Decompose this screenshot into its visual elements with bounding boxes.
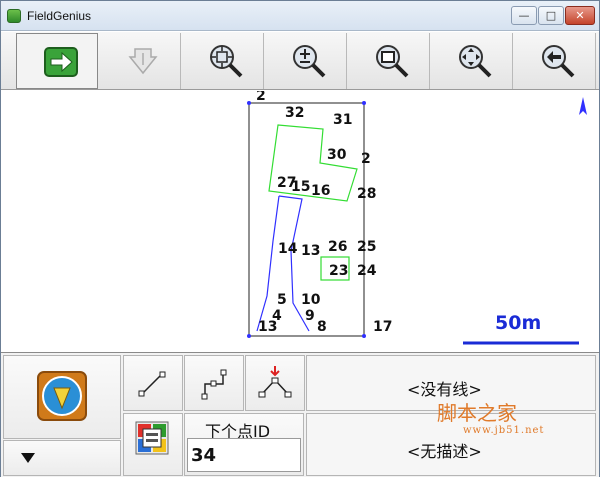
point-label: 14 xyxy=(278,241,298,257)
triangle-down-icon xyxy=(21,453,35,463)
app-window: FieldGenius — □ ✕ 2 32 31 30 2 27 15 16 … xyxy=(0,0,600,477)
survey-mode-button[interactable] xyxy=(3,355,121,439)
zoom-extents-button[interactable] xyxy=(182,33,264,89)
point-label: 2 xyxy=(361,151,371,167)
vertex-marker xyxy=(247,101,251,105)
menu-toggle-button[interactable] xyxy=(3,440,121,476)
zoom-extents-icon xyxy=(210,45,243,78)
line-tool-button[interactable] xyxy=(123,355,183,411)
title-bar: FieldGenius — □ ✕ xyxy=(1,1,599,31)
north-arrow-icon xyxy=(579,97,587,115)
window-title: FieldGenius xyxy=(27,9,92,23)
store-point-button[interactable] xyxy=(99,33,181,89)
point-label: 2 xyxy=(256,91,266,104)
vertex-marker xyxy=(247,334,251,338)
point-label: 17 xyxy=(373,319,392,335)
point-label: 30 xyxy=(327,147,347,163)
point-label: 25 xyxy=(357,239,376,255)
app-icon xyxy=(7,9,21,23)
vertex-marker xyxy=(362,334,366,338)
point-label: 10 xyxy=(301,292,321,308)
watermark-logo: 脚本之家 xyxy=(437,401,517,425)
point-label: 13 xyxy=(258,319,277,335)
point-label: 8 xyxy=(317,319,327,335)
description-status-text: <无描述> xyxy=(407,442,482,461)
pan-button[interactable] xyxy=(431,33,513,89)
survey-compass-icon xyxy=(37,371,87,421)
zoom-back-button[interactable] xyxy=(514,33,596,89)
point-label: 24 xyxy=(357,263,377,279)
next-point-value: 34 xyxy=(191,445,217,466)
point-label: 28 xyxy=(357,186,376,202)
point-label: 13 xyxy=(301,243,320,259)
zoom-window-icon xyxy=(376,45,409,78)
zoom-back-icon xyxy=(542,45,575,78)
green-arrow-right-icon xyxy=(44,47,78,77)
polyline-tool-icon xyxy=(201,369,227,400)
point-label: 32 xyxy=(285,105,304,121)
store-point-icon xyxy=(128,48,158,75)
pan-icon xyxy=(459,45,492,78)
layer-manager-icon xyxy=(135,421,169,455)
watermark-url: www.jb51.net xyxy=(463,425,545,436)
point-label: 26 xyxy=(328,239,347,255)
point-label: 15 xyxy=(291,179,310,195)
next-point-panel: 下个点ID 34 xyxy=(184,413,304,476)
bottom-panel: 下个点ID 34 <没有线> <无描述> 脚本之家 www.jb51.net xyxy=(1,352,599,477)
layer-manager-button[interactable] xyxy=(123,413,183,476)
vertex-marker xyxy=(362,101,366,105)
maximize-button[interactable]: □ xyxy=(538,6,564,25)
scale-label: 50m xyxy=(495,312,541,334)
zoom-plus-minus-icon xyxy=(293,45,326,78)
point-label: 9 xyxy=(305,308,315,324)
map-view[interactable]: 2 32 31 30 2 27 15 16 28 14 13 26 25 23 … xyxy=(1,88,599,351)
next-button[interactable] xyxy=(16,33,98,89)
point-insert-tool-icon xyxy=(258,366,292,398)
zoom-window-button[interactable] xyxy=(348,33,430,89)
next-point-input[interactable]: 34 xyxy=(187,438,301,472)
minimize-button[interactable]: — xyxy=(511,6,537,25)
point-label: 31 xyxy=(333,112,352,128)
point-insert-tool-button[interactable] xyxy=(245,355,305,411)
polyline-tool-button[interactable] xyxy=(184,355,244,411)
line-tool-icon xyxy=(138,371,166,397)
close-button[interactable]: ✕ xyxy=(565,6,595,25)
main-toolbar xyxy=(1,32,599,90)
point-label: 16 xyxy=(311,183,330,199)
point-label: 5 xyxy=(277,292,287,308)
point-label: 23 xyxy=(329,263,348,279)
zoom-in-out-button[interactable] xyxy=(265,33,347,89)
map-canvas: 2 32 31 30 2 27 15 16 28 14 13 26 25 23 … xyxy=(247,88,587,345)
